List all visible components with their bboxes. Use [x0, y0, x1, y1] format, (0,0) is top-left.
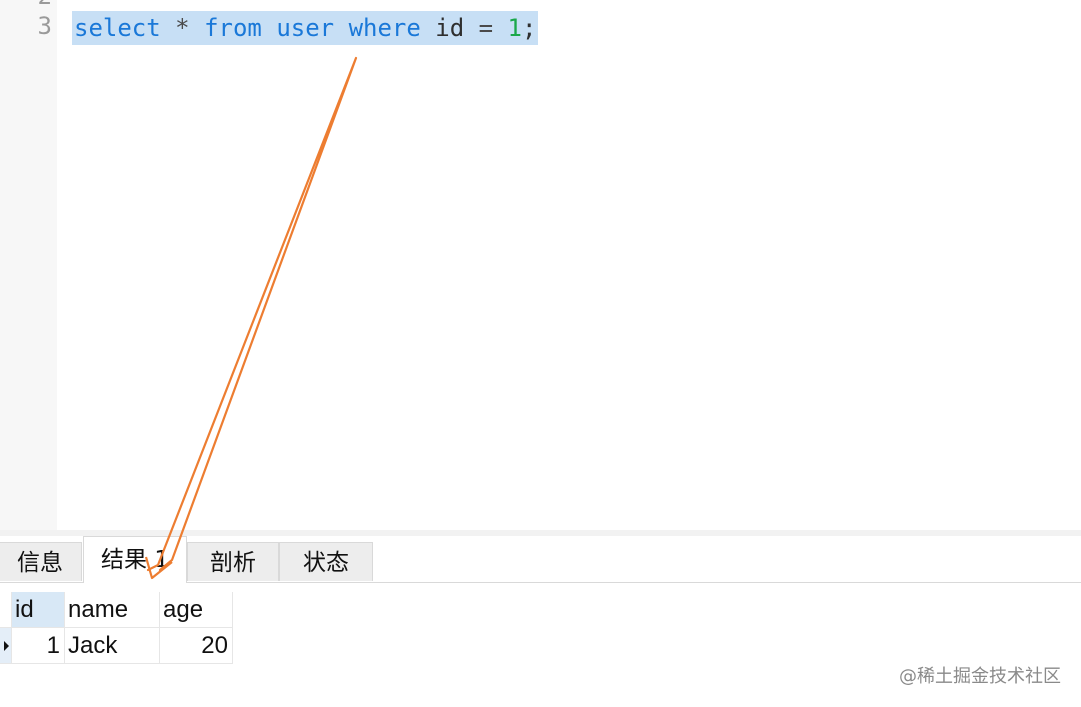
- watermark: @稀土掘金技术社区: [899, 666, 1061, 687]
- annotation-arrow-icon: [144, 56, 358, 580]
- arrow-shaft: [146, 56, 358, 572]
